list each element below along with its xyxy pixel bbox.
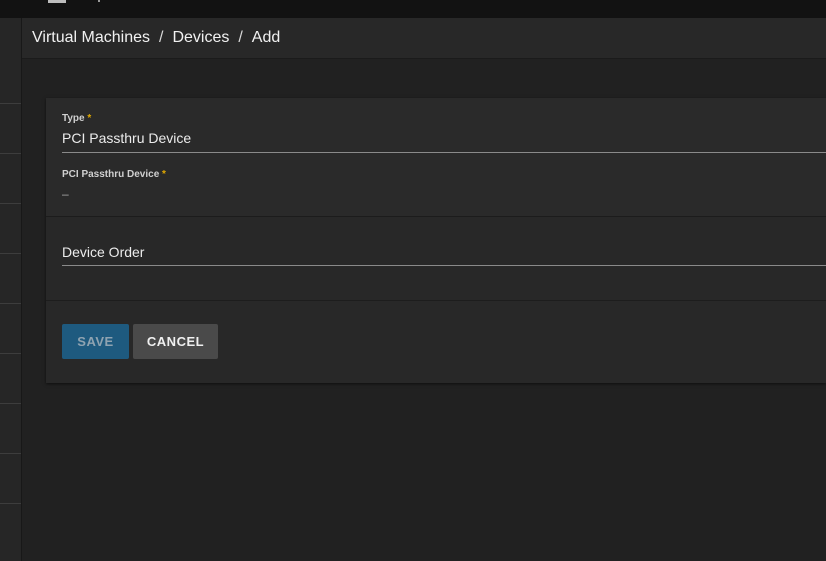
sidenav-divider <box>0 153 21 154</box>
breadcrumb-virtual-machines[interactable]: Virtual Machines <box>32 29 150 47</box>
sidenav-divider <box>0 353 21 354</box>
save-button[interactable]: SAVE <box>62 324 129 359</box>
device-order-underline <box>62 265 826 266</box>
sidenav-divider <box>0 503 21 504</box>
breadcrumb-devices[interactable]: Devices <box>172 29 229 47</box>
sidenav-divider <box>0 103 21 104</box>
sidenav-divider <box>0 403 21 404</box>
menu-icon[interactable] <box>48 0 66 3</box>
side-navigation <box>0 18 22 561</box>
breadcrumb-separator: / <box>238 29 243 46</box>
top-toolbar <box>0 0 826 18</box>
pci-label-clip: PCI Passthru Device * <box>62 169 362 177</box>
type-select-underline <box>62 152 826 153</box>
pci-device-label: PCI Passthru Device * <box>62 169 166 177</box>
breadcrumb-bar: Virtual Machines / Devices / Add <box>22 18 826 59</box>
pci-device-select[interactable]: – <box>62 187 69 201</box>
type-fieldset: Type * PCI Passthru Device PCI Passthru … <box>46 98 826 217</box>
pci-device-label-text: PCI Passthru Device <box>62 169 160 177</box>
type-label: Type * <box>62 113 91 124</box>
cancel-button[interactable]: CANCEL <box>133 324 218 359</box>
sidenav-divider <box>0 303 21 304</box>
type-label-text: Type <box>62 113 85 124</box>
sidenav-divider <box>0 453 21 454</box>
type-select[interactable]: PCI Passthru Device <box>62 130 191 146</box>
sidenav-divider <box>0 203 21 204</box>
breadcrumb: Virtual Machines / Devices / Add <box>32 29 280 47</box>
sidenav-divider <box>0 253 21 254</box>
required-marker: * <box>87 113 92 124</box>
breadcrumb-separator: / <box>158 29 164 46</box>
breadcrumb-add: Add <box>251 29 281 46</box>
device-order-input[interactable]: Device Order <box>62 244 144 260</box>
form-divider <box>46 300 826 301</box>
required-marker: * <box>162 169 166 177</box>
toolbar-dot-icon <box>98 0 100 2</box>
device-form-card: Type * PCI Passthru Device PCI Passthru … <box>46 98 826 383</box>
